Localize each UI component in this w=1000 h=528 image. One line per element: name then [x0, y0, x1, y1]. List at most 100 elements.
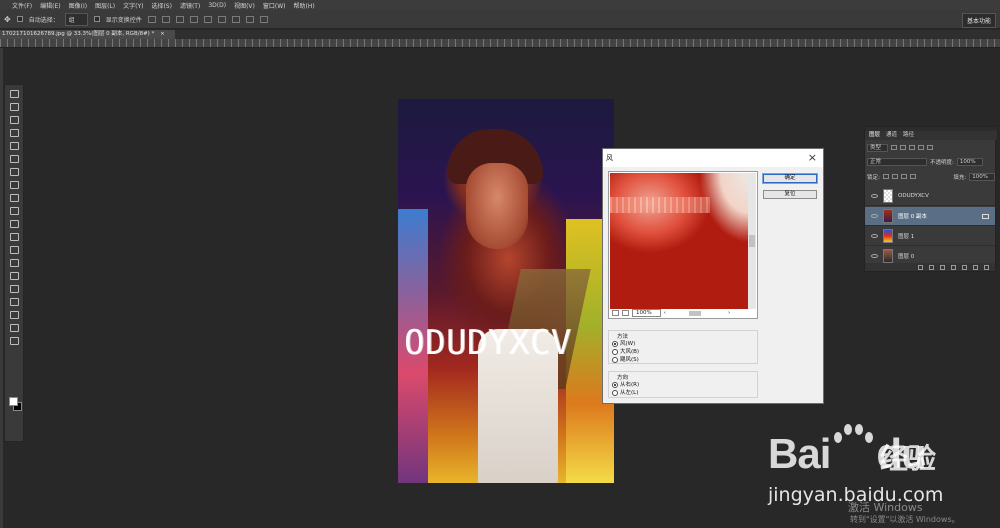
distribute-top-icon[interactable] [231, 15, 240, 23]
reset-button[interactable]: 复位 [763, 190, 817, 199]
auto-select-dropdown[interactable]: 组 [64, 12, 88, 26]
scroll-right-icon[interactable]: › [728, 310, 730, 316]
link-layers-icon[interactable] [918, 264, 923, 270]
scroll-left-icon[interactable]: ‹ [664, 310, 666, 316]
layer-row-text[interactable]: ODUDYXCV [865, 187, 995, 206]
document-tab[interactable]: 170217101626789.jpg @ 33.3%(图层 0 副本, RGB… [0, 30, 175, 39]
menu-filter[interactable]: 滤镜(T) [180, 1, 200, 10]
distribute-middle-icon[interactable] [245, 15, 254, 23]
move-tool-icon[interactable]: ✥ [4, 15, 11, 24]
method-stagger-radio[interactable] [612, 357, 618, 363]
move-tool-icon[interactable] [8, 89, 20, 98]
ok-button[interactable]: 确定 [762, 173, 818, 184]
lock-pixels-icon[interactable] [891, 174, 898, 179]
quick-select-tool-icon[interactable] [8, 128, 20, 137]
direction-left-option[interactable]: 从左(L) [612, 389, 757, 397]
foreground-color-swatch[interactable] [9, 397, 18, 406]
new-layer-icon[interactable] [973, 264, 978, 270]
method-blast-option[interactable]: 大风(B) [612, 348, 757, 356]
hand-tool-icon[interactable] [8, 323, 20, 332]
dialog-close-icon[interactable]: × [808, 151, 817, 164]
crop-tool-icon[interactable] [8, 141, 20, 150]
lock-transparency-icon[interactable] [882, 174, 889, 179]
clone-stamp-tool-icon[interactable] [8, 193, 20, 202]
filter-preview[interactable] [610, 173, 749, 309]
method-blast-radio[interactable] [612, 349, 618, 355]
direction-left-radio[interactable] [612, 390, 618, 396]
lock-position-icon[interactable] [900, 174, 907, 179]
shape-tool-icon[interactable] [8, 310, 20, 319]
filter-type-icon[interactable] [909, 145, 916, 150]
tab-channels[interactable]: 通道 [886, 131, 897, 140]
filter-pixel-icon[interactable] [891, 145, 898, 150]
close-tab-icon[interactable]: × [160, 31, 165, 37]
method-stagger-option[interactable]: 飓风(S) [612, 356, 757, 364]
preview-scroll-thumb[interactable] [749, 235, 755, 247]
menu-select[interactable]: 选择(S) [151, 1, 172, 10]
menu-help[interactable]: 帮助(H) [294, 1, 315, 10]
align-center-icon[interactable] [203, 15, 212, 23]
lasso-tool-icon[interactable] [8, 115, 20, 124]
blend-mode-dropdown[interactable]: 正常 [867, 157, 927, 166]
layer-filter-kind[interactable]: 类型 [867, 143, 889, 152]
menu-edit[interactable]: 编辑(E) [40, 1, 60, 10]
tab-paths[interactable]: 路径 [903, 131, 914, 140]
distribute-bottom-icon[interactable] [259, 15, 268, 23]
eyedropper-tool-icon[interactable] [8, 154, 20, 163]
filter-adjustment-icon[interactable] [900, 145, 907, 150]
menu-3d[interactable]: 3D(D) [208, 2, 226, 9]
align-bottom-icon[interactable] [175, 15, 184, 23]
dodge-tool-icon[interactable] [8, 258, 20, 267]
type-tool-icon[interactable] [8, 284, 20, 293]
menu-image[interactable]: 图像(I) [69, 1, 87, 10]
visibility-eye-icon[interactable] [871, 254, 878, 258]
tab-layers[interactable]: 图层 [869, 131, 880, 140]
healing-brush-tool-icon[interactable] [8, 167, 20, 176]
menu-file[interactable]: 文件(F) [12, 1, 32, 10]
horizontal-ruler[interactable] [0, 39, 1000, 48]
show-transform-checkbox[interactable] [93, 16, 100, 22]
menu-view[interactable]: 视图(V) [234, 1, 255, 10]
pen-tool-icon[interactable] [8, 271, 20, 280]
filter-smart-object-icon[interactable] [927, 145, 934, 150]
new-group-icon[interactable] [962, 264, 967, 270]
lock-all-icon[interactable] [909, 174, 916, 179]
visibility-eye-icon[interactable] [871, 194, 878, 198]
filter-shape-icon[interactable] [918, 145, 925, 150]
smart-filter-icon[interactable] [982, 213, 989, 219]
zoom-tool-icon[interactable] [8, 336, 20, 345]
layer-row-layer0-copy[interactable]: 图层 0 副本 [865, 207, 995, 226]
document-canvas[interactable]: ODUDYXCV [398, 99, 614, 483]
align-left-icon[interactable] [189, 15, 198, 23]
zoom-in-icon[interactable] [622, 310, 629, 316]
blur-tool-icon[interactable] [8, 245, 20, 254]
visibility-eye-icon[interactable] [871, 214, 878, 218]
menu-window[interactable]: 窗口(W) [263, 1, 286, 10]
preview-horizontal-thumb[interactable] [688, 310, 701, 316]
workspace-switcher[interactable]: 基本功能 [961, 13, 996, 28]
add-style-icon[interactable] [929, 264, 934, 270]
eraser-tool-icon[interactable] [8, 219, 20, 228]
method-wind-option[interactable]: 风(W) [612, 340, 757, 348]
add-mask-icon[interactable] [940, 264, 945, 270]
zoom-out-icon[interactable] [612, 310, 619, 316]
preview-vertical-scrollbar[interactable] [748, 173, 756, 309]
vertical-ruler[interactable] [0, 48, 3, 528]
gradient-tool-icon[interactable] [8, 232, 20, 241]
method-wind-radio[interactable] [612, 341, 618, 347]
delete-layer-icon[interactable] [984, 264, 989, 270]
brush-tool-icon[interactable] [8, 180, 20, 189]
align-top-icon[interactable] [147, 15, 156, 23]
path-select-tool-icon[interactable] [8, 297, 20, 306]
align-middle-icon[interactable] [161, 15, 170, 23]
fill-field[interactable]: 100% [969, 172, 995, 181]
auto-select-checkbox[interactable] [16, 16, 23, 22]
layer-row-layer1[interactable]: 图层 1 [865, 227, 995, 246]
zoom-value[interactable]: 100% [632, 309, 661, 317]
align-right-icon[interactable] [217, 15, 226, 23]
marquee-tool-icon[interactable] [8, 102, 20, 111]
history-brush-tool-icon[interactable] [8, 206, 20, 215]
menu-type[interactable]: 文字(Y) [123, 1, 143, 10]
new-fill-layer-icon[interactable] [951, 264, 956, 270]
direction-right-radio[interactable] [612, 382, 618, 388]
